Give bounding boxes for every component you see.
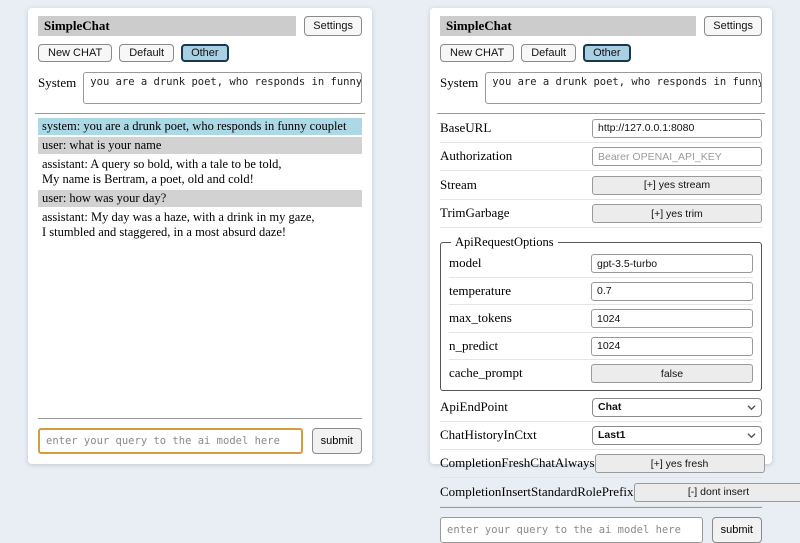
chat-history-select[interactable]: Last1 (592, 426, 762, 445)
settings-button[interactable]: Settings (704, 16, 762, 36)
completion-fresh-label: CompletionFreshChatAlways (440, 455, 595, 471)
chat-message-user: user: how was your day? (38, 190, 362, 207)
submit-button[interactable]: submit (312, 428, 362, 454)
setting-row-authorization: Authorization (440, 143, 762, 172)
setting-row-model: model (449, 250, 753, 278)
api-endpoint-selected-value: Chat (598, 401, 621, 413)
cache-prompt-label: cache_prompt (449, 365, 523, 381)
app-title: SimpleChat (440, 16, 696, 36)
chat-history-label: ChatHistoryInCtxt (440, 427, 537, 443)
baseurl-input[interactable] (592, 119, 762, 138)
query-input[interactable] (440, 517, 703, 543)
trimgarbage-toggle-button[interactable]: [+] yes trim (592, 204, 762, 223)
system-prompt-input[interactable]: you are a drunk poet, who responds in fu… (83, 72, 362, 104)
setting-row-cache-prompt: cache_prompt false (449, 360, 753, 387)
n-predict-label: n_predict (449, 338, 498, 354)
baseurl-label: BaseURL (440, 120, 491, 136)
settings-panel: SimpleChat Settings New CHAT Default Oth… (430, 8, 772, 464)
session-tab-other[interactable]: Other (181, 44, 229, 62)
app-title: SimpleChat (38, 16, 296, 36)
stream-label: Stream (440, 177, 477, 193)
completion-prefix-toggle-button[interactable]: [-] dont insert (634, 483, 800, 502)
setting-row-stream: Stream [+] yes stream (440, 171, 762, 200)
model-input[interactable] (591, 254, 753, 273)
chat-panel: SimpleChat Settings New CHAT Default Oth… (28, 8, 372, 464)
chat-message-user: user: what is your name (38, 137, 362, 154)
system-label: System (38, 72, 76, 91)
setting-row-completion-prefix: CompletionInsertStandardRolePrefix [-] d… (440, 478, 762, 507)
session-toolbar: New CHAT Default Other (38, 44, 362, 62)
setting-row-n-predict: n_predict (449, 333, 753, 361)
system-prompt-input[interactable]: you are a drunk poet, who responds in fu… (485, 72, 762, 104)
settings-button[interactable]: Settings (304, 16, 362, 36)
api-endpoint-label: ApiEndPoint (440, 399, 508, 415)
system-prompt-row: System you are a drunk poet, who respond… (440, 72, 762, 104)
chat-message-system: system: you are a drunk poet, who respon… (38, 118, 362, 135)
system-label: System (440, 72, 478, 91)
setting-row-max-tokens: max_tokens (449, 305, 753, 333)
chat-top-divider (35, 113, 365, 114)
completion-prefix-label: CompletionInsertStandardRolePrefix (440, 484, 634, 500)
cache-prompt-toggle-button[interactable]: false (591, 364, 753, 383)
authorization-label: Authorization (440, 148, 512, 164)
api-request-options-group: ApiRequestOptions model temperature max_… (440, 235, 762, 391)
setting-row-baseurl: BaseURL (440, 114, 762, 143)
chat-message-assistant: assistant: A query so bold, with a tale … (38, 156, 362, 188)
model-label: model (449, 255, 482, 271)
setting-row-api-endpoint: ApiEndPoint Chat (440, 394, 762, 422)
api-endpoint-select[interactable]: Chat (592, 398, 762, 417)
max-tokens-input[interactable] (591, 309, 753, 328)
system-prompt-row: System you are a drunk poet, who respond… (38, 72, 362, 104)
api-request-options-legend: ApiRequestOptions (451, 235, 558, 250)
stream-toggle-button[interactable]: [+] yes stream (592, 176, 762, 195)
header: SimpleChat Settings (440, 16, 762, 36)
chat-message-assistant: assistant: My day was a haze, with a dri… (38, 209, 362, 241)
temperature-input[interactable] (591, 282, 753, 301)
completion-fresh-toggle-button[interactable]: [+] yes fresh (595, 454, 765, 473)
chat-log: system: you are a drunk poet, who respon… (38, 118, 362, 243)
new-chat-button[interactable]: New CHAT (440, 44, 514, 62)
setting-row-chat-history: ChatHistoryInCtxt Last1 (440, 422, 762, 450)
max-tokens-label: max_tokens (449, 310, 512, 326)
submit-button[interactable]: submit (712, 517, 762, 543)
session-toolbar: New CHAT Default Other (440, 44, 762, 62)
setting-row-temperature: temperature (449, 278, 753, 306)
chevron-down-icon (747, 403, 756, 412)
chevron-down-icon (747, 431, 756, 440)
session-tab-other[interactable]: Other (583, 44, 631, 62)
query-section: submit (38, 418, 362, 454)
setting-row-trimgarbage: TrimGarbage [+] yes trim (440, 200, 762, 229)
n-predict-input[interactable] (591, 337, 753, 356)
authorization-input[interactable] (592, 147, 762, 166)
header: SimpleChat Settings (38, 16, 362, 36)
new-chat-button[interactable]: New CHAT (38, 44, 112, 62)
session-tab-default[interactable]: Default (119, 44, 174, 62)
query-input[interactable] (38, 428, 303, 454)
setting-row-completion-fresh: CompletionFreshChatAlways [+] yes fresh (440, 450, 762, 479)
trimgarbage-label: TrimGarbage (440, 205, 510, 221)
query-section: submit (440, 507, 762, 543)
session-tab-default[interactable]: Default (521, 44, 576, 62)
temperature-label: temperature (449, 283, 511, 299)
chat-history-selected-value: Last1 (598, 429, 625, 441)
